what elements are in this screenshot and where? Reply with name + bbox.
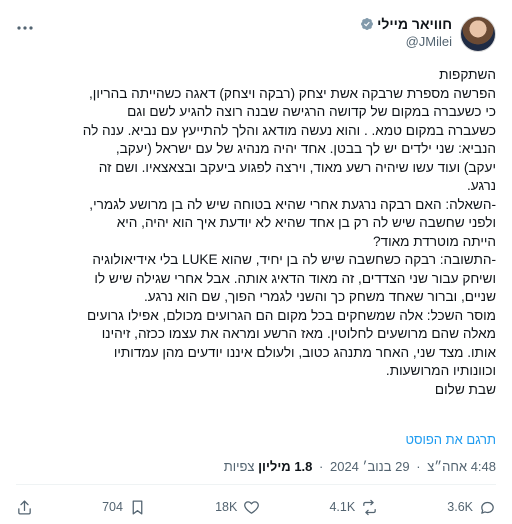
repost-count: 4.1K: [329, 500, 356, 514]
post-line: -השאלה: האם רבקה נרגעת אחרי שהיא בטוחה ש…: [89, 196, 496, 212]
views-count: 1.8 מיליון: [258, 459, 313, 474]
post-time[interactable]: 4:48 אחה״צ: [427, 459, 496, 474]
reply-count: 3.6K: [447, 500, 473, 514]
post-meta: 4:48 אחה״צ · 29 בנוב׳ 2024 · 1.8 מיליון …: [224, 459, 496, 474]
bookmark-count: 704: [102, 500, 123, 514]
avatar[interactable]: [460, 16, 496, 52]
divider: [16, 484, 496, 485]
post-line: מוסר השכל: אלה שמשחקים בכל מקום הם הגרוע…: [86, 307, 496, 323]
post-line: וכוונותיו המרושעות.: [385, 363, 496, 378]
share-icon: [18, 499, 31, 515]
post-line: השתקפות: [439, 67, 496, 82]
post-line: ולפני שחשבה שיש לה רק בן אחד שהיא לא יוד…: [116, 215, 496, 230]
meta-separator: ·: [416, 459, 421, 474]
repost-icon: [363, 499, 376, 515]
views-label: צפיות: [223, 459, 255, 474]
post-line: -התשובה: רבקה כשחשבה שיש לה בן יחיד, שהו…: [92, 252, 496, 267]
author-block: חוויאר מיילי @JMilei: [360, 16, 452, 49]
post-date[interactable]: 29 בנוב׳ 2024: [330, 459, 410, 474]
like-button[interactable]: 18K: [215, 499, 260, 516]
post-line: שניים, וברור שאחד משחק כך והשני לגמרי הפ…: [144, 289, 496, 304]
author-name-row: חוויאר מיילי: [360, 16, 452, 32]
post-line: כשעברה במקום טמא. . והוא נעשה מודאג והלך…: [82, 122, 496, 138]
post-line: כי כשעברה במקום של קדושה הרגישה שבנה רוצ…: [127, 104, 496, 119]
bookmark-icon: [132, 499, 143, 515]
translate-post-link[interactable]: תרגם את הפוסט: [405, 432, 496, 447]
post-line: יעקב) ועוד עשו שיהיה רשע מאוד, וירצה לפג…: [98, 159, 496, 175]
post-line: הייתה מוטרדת מאוד?: [373, 233, 496, 249]
post-line: שבת שלום: [434, 381, 496, 397]
heart-icon: [244, 500, 260, 514]
meta-separator: ·: [319, 459, 324, 474]
post-text: השתקפות הפרשה מספרת שרבקה אשת יצחק (רבקה…: [28, 66, 496, 399]
post-line: נרגע.: [466, 178, 496, 193]
post-line: אותו. מצד שני, האחר מתנהג כטוב, ולעולם א…: [113, 344, 496, 360]
repost-button[interactable]: 4.1K: [329, 499, 378, 516]
reply-button[interactable]: 3.6K: [447, 499, 496, 516]
author-display-name[interactable]: חוויאר מיילי: [377, 16, 452, 32]
more-options-button[interactable]: [16, 18, 34, 36]
post-header: חוויאר מיילי @JMilei: [16, 14, 496, 58]
share-button[interactable]: [16, 499, 33, 516]
post-line: ושיחק עבור שני הצדדים, זה מאוד הדאיג אות…: [94, 270, 496, 286]
more-dots-icon: [17, 26, 33, 30]
post-line: הפרשה מספרת שרבקה אשת יצחק (רבקה ויצחק) …: [89, 85, 496, 101]
post-card: חוויאר מיילי @JMilei השתקפות הפרשה מספרת…: [0, 0, 512, 524]
action-bar: 704 18K 4.1K 3.6K: [16, 496, 496, 518]
bookmark-button[interactable]: 704: [102, 499, 146, 516]
post-line: הנביא: שני ילדים יש לך בבטן. אחד יהיה מנ…: [115, 141, 496, 156]
author-handle[interactable]: @JMilei: [360, 34, 452, 49]
verified-badge-icon: [361, 18, 374, 30]
like-count: 18K: [215, 500, 238, 514]
post-line: מאלה שהם מרושעים לחלוטין. מאז הרשע ומראה…: [101, 326, 496, 341]
reply-icon: [481, 501, 494, 514]
